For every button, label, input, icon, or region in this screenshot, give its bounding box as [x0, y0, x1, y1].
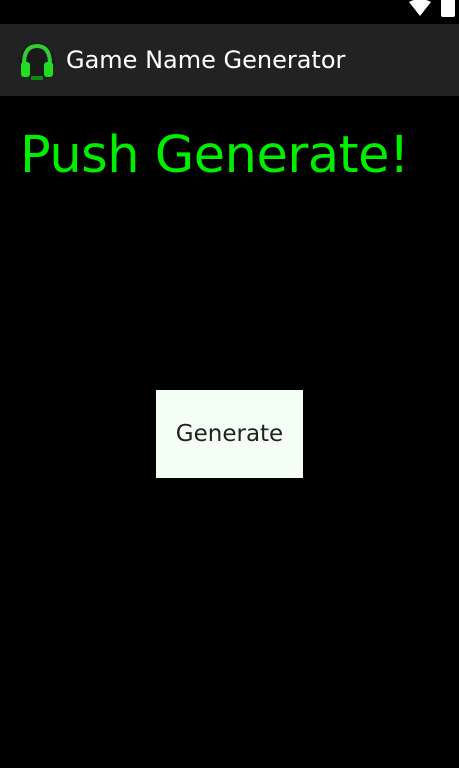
wifi-icon — [409, 0, 431, 16]
headphones-icon — [19, 43, 55, 80]
app-title: Game Name Generator — [66, 46, 346, 74]
generate-button[interactable]: Generate — [156, 390, 303, 478]
battery-icon — [441, 0, 455, 17]
app-screen: Game Name Generator Push Generate! Gener… — [0, 0, 459, 768]
headline-text: Push Generate! — [20, 126, 409, 185]
generate-button-label: Generate — [175, 421, 284, 447]
status-bar — [0, 0, 459, 24]
action-bar: Game Name Generator — [0, 24, 459, 96]
